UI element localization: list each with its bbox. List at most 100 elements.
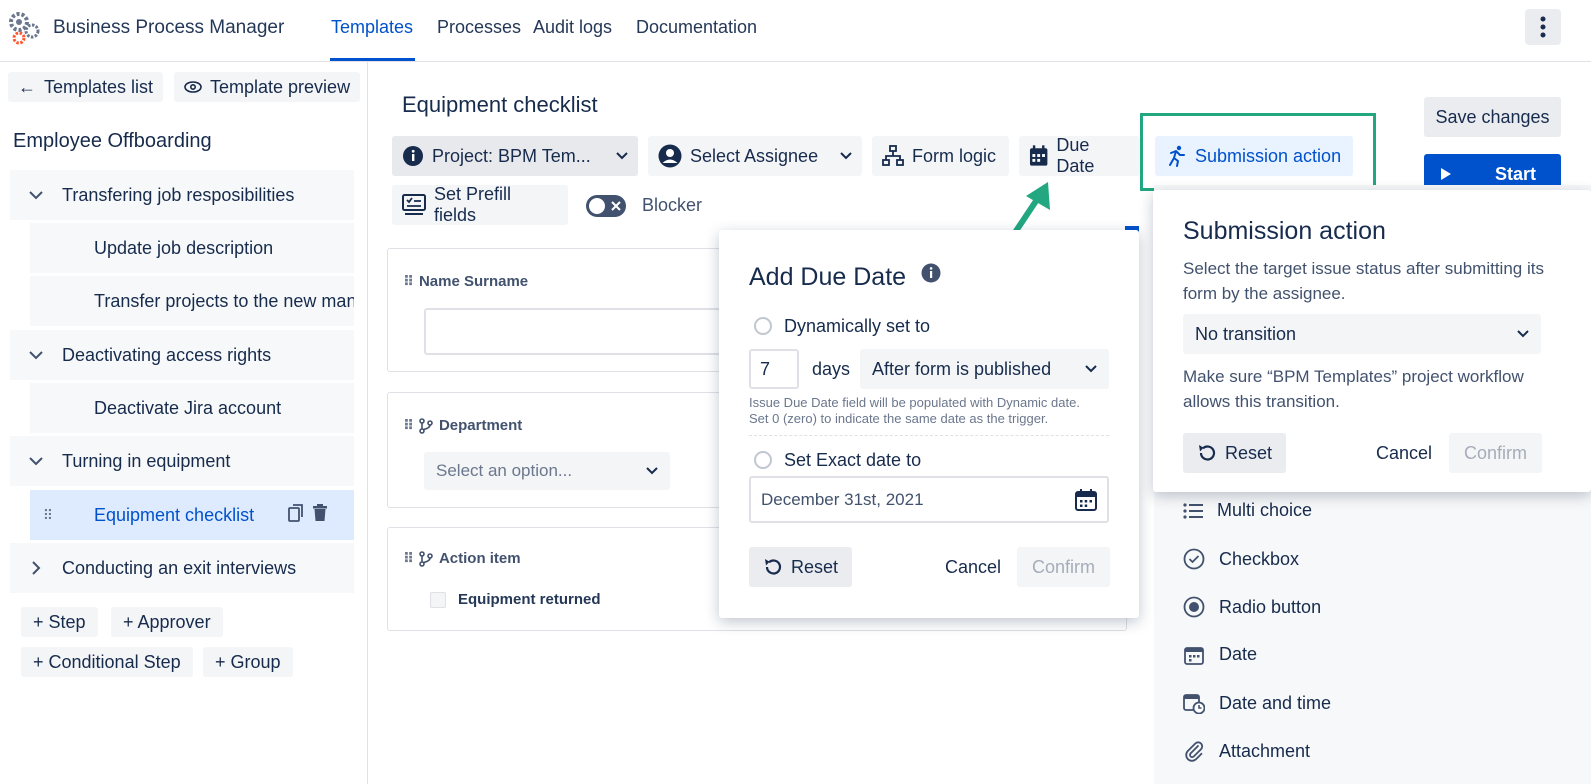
save-changes-button[interactable]: Save changes — [1424, 97, 1561, 137]
info-icon — [403, 146, 423, 166]
template-preview-button[interactable]: Template preview — [174, 72, 361, 102]
palette-item-radio-button[interactable]: Radio button — [1183, 596, 1321, 618]
divider — [749, 435, 1109, 436]
equipment-returned-checkbox[interactable] — [430, 592, 446, 608]
tab-templates[interactable]: Templates — [331, 17, 413, 38]
set-prefill-label: Set Prefill fields — [433, 184, 512, 225]
due-cancel-button[interactable]: Cancel — [945, 557, 1001, 578]
chevron-down-icon — [1085, 365, 1097, 373]
palette-item-checkbox[interactable]: Checkbox — [1183, 548, 1299, 570]
tab-audit-logs[interactable]: Audit logs — [533, 17, 612, 38]
paperclip-icon — [1185, 741, 1204, 762]
assignee-select[interactable]: Select Assignee — [648, 136, 862, 176]
submission-cancel-button[interactable]: Cancel — [1376, 443, 1432, 464]
submission-reset-button[interactable]: Reset — [1183, 433, 1287, 473]
due-date-help: Issue Due Date field will be populated w… — [749, 395, 1109, 427]
exact-date-input[interactable]: December 31st, 2021 — [749, 476, 1109, 523]
chevron-down-icon — [1517, 330, 1529, 338]
submission-action-title: Submission action — [1183, 217, 1386, 245]
palette-item-date[interactable]: Date — [1183, 644, 1257, 665]
user-avatar-icon — [658, 144, 682, 168]
start-label: Start — [1494, 163, 1536, 184]
tree-group-transfering[interactable]: Transfering job resposibilities — [10, 170, 354, 220]
name-input[interactable] — [424, 308, 724, 355]
palette-item-multi-choice[interactable]: Multi choice — [1183, 500, 1312, 521]
branch-icon — [419, 550, 433, 567]
tree-item-equipment-checklist[interactable]: ⠿ Equipment checklist — [30, 490, 354, 540]
reset-icon — [765, 559, 782, 575]
due-date-title: Add Due Date — [749, 263, 941, 292]
palette-label: Attachment — [1219, 740, 1311, 761]
reset-icon — [1199, 445, 1216, 461]
tree-item-deactivate-jira[interactable]: Deactivate Jira account — [30, 383, 354, 433]
project-label: Project: BPM Tem... — [432, 145, 591, 166]
field-header-department: ⠿ Department — [403, 417, 522, 434]
list-icon — [1183, 502, 1203, 519]
department-select[interactable]: Select an option... — [424, 452, 670, 490]
process-title: Employee Offboarding — [13, 130, 212, 152]
drag-handle-icon[interactable]: ⠿ — [403, 550, 414, 567]
tab-processes[interactable]: Processes — [437, 17, 521, 38]
field-header-name: ⠿ Name Surname — [403, 273, 528, 290]
add-group-button[interactable]: + Group — [203, 647, 293, 677]
chevron-down-icon — [616, 152, 628, 160]
tree-group-turning-in[interactable]: Turning in equipment — [10, 436, 354, 486]
dynamic-date-label: Dynamically set to — [784, 316, 931, 336]
app-title: Business Process Manager — [53, 17, 285, 38]
palette-label: Radio button — [1219, 596, 1322, 617]
drag-handle-icon[interactable]: ⠿ — [403, 417, 414, 434]
gears-logo-icon — [6, 9, 42, 45]
chevron-right-icon — [10, 561, 62, 575]
tree-group-label: Conducting an exit interviews — [62, 557, 297, 578]
calendar-icon[interactable] — [1075, 488, 1097, 511]
copy-icon[interactable] — [288, 503, 304, 527]
form-title: Equipment checklist — [402, 92, 598, 117]
monitor-form-icon — [402, 194, 426, 215]
tree-group-label: Transfering job resposibilities — [62, 184, 295, 205]
tree-item-update-job[interactable]: Update job description — [30, 223, 354, 273]
more-vertical-icon — [1540, 16, 1546, 38]
toggle-knob — [589, 198, 605, 214]
tree-item-transfer-projects[interactable]: Transfer projects to the new manager — [30, 276, 354, 326]
more-options-button[interactable] — [1525, 9, 1561, 45]
trash-icon[interactable] — [312, 503, 328, 527]
transition-select[interactable]: No transition — [1183, 314, 1541, 354]
trigger-select[interactable]: After form is published — [860, 349, 1109, 389]
add-conditional-step-button[interactable]: + Conditional Step — [21, 647, 193, 677]
due-date-label: Due Date — [1056, 135, 1095, 176]
drag-handle-icon[interactable]: ⠿ — [403, 273, 414, 290]
help-line: Issue Due Date field will be populated w… — [749, 395, 1080, 410]
set-prefill-fields-button[interactable]: Set Prefill fields — [392, 184, 568, 225]
exact-date-radio[interactable] — [754, 451, 772, 469]
due-confirm-button[interactable]: Confirm — [1017, 547, 1111, 587]
arrow-left-icon: ← — [18, 76, 36, 97]
tab-documentation[interactable]: Documentation — [636, 17, 757, 38]
department-placeholder: Select an option... — [436, 461, 573, 480]
dynamic-date-radio[interactable] — [754, 317, 772, 335]
due-reset-button[interactable]: Reset — [749, 547, 853, 587]
add-approver-button[interactable]: + Approver — [111, 607, 223, 637]
field-label: Department — [438, 417, 523, 434]
due-date-button[interactable]: Due Date — [1019, 135, 1140, 176]
form-logic-button[interactable]: Form logic — [872, 136, 1009, 176]
play-icon — [1441, 168, 1451, 180]
days-input[interactable]: 7 — [749, 349, 799, 389]
checkbox-label: Equipment returned — [458, 591, 601, 608]
tree-item-label: Equipment checklist — [94, 504, 255, 525]
field-label: Name Surname — [418, 273, 529, 290]
templates-list-button[interactable]: ← Templates list — [8, 72, 164, 102]
drag-handle-icon[interactable]: ⠿ — [30, 507, 66, 524]
exact-date-value: December 31st, 2021 — [761, 489, 924, 509]
tree-group-deactivating[interactable]: Deactivating access rights — [10, 330, 354, 380]
add-step-button[interactable]: + Step — [21, 607, 98, 637]
field-header-action-item: ⠿ Action item — [403, 550, 521, 567]
assignee-label: Select Assignee — [690, 145, 819, 166]
tree-group-exit-interviews[interactable]: Conducting an exit interviews — [10, 543, 354, 593]
palette-item-attachment[interactable]: Attachment — [1183, 740, 1310, 762]
calendar-icon — [1184, 646, 1204, 665]
submission-confirm-button[interactable]: Confirm — [1449, 433, 1543, 473]
project-select[interactable]: Project: BPM Tem... — [392, 136, 638, 176]
form-logic-label: Form logic — [912, 145, 997, 166]
palette-item-date-time[interactable]: Date and time — [1183, 692, 1331, 714]
palette-label: Checkbox — [1219, 548, 1300, 569]
